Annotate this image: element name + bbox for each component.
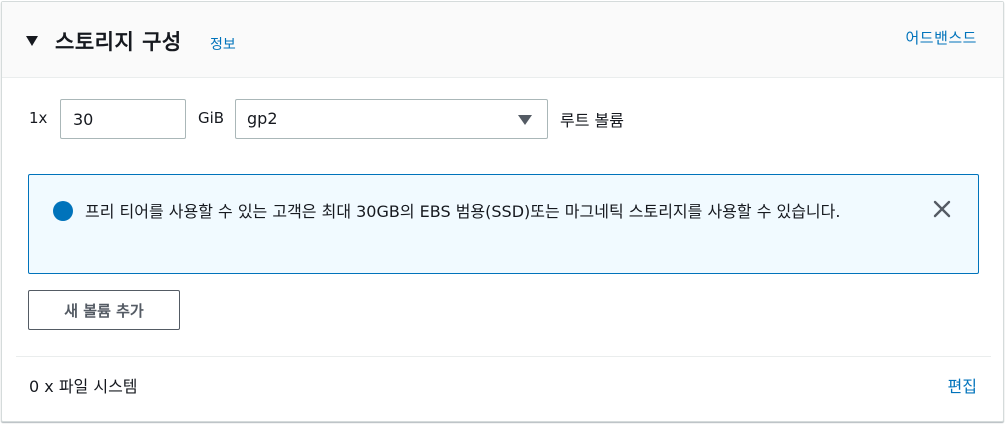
filesystem-label: 0 x 파일 시스템 (29, 377, 138, 396)
alert-message: 프리 티어를 사용할 수 있는 고객은 최대 30GB의 EBS 범용(SSD)… (85, 202, 841, 221)
info-link[interactable]: 정보 (210, 34, 236, 54)
free-tier-alert: 프리 티어를 사용할 수 있는 고객은 최대 30GB의 EBS 범용(SSD)… (28, 174, 979, 274)
unit-label: GiB (198, 109, 225, 127)
chevron-down-icon (518, 115, 532, 125)
advanced-link[interactable]: 어드밴스드 (905, 27, 977, 48)
volume-size-input[interactable] (60, 99, 186, 139)
storage-config-panel: 스토리지 구성 정보 어드밴스드 1x GiB gp2 루트 볼륨 프리 티어를… (1, 1, 1004, 422)
panel-header: 스토리지 구성 정보 어드밴스드 (2, 2, 1003, 78)
section-title: 스토리지 구성 (55, 30, 182, 54)
divider (16, 356, 991, 357)
volume-row: 1x GiB gp2 루트 볼륨 (2, 99, 1003, 139)
volume-count-label: 1x (29, 109, 48, 127)
info-circle-icon (53, 201, 73, 221)
close-icon[interactable] (932, 199, 952, 219)
add-volume-button[interactable]: 새 볼륨 추가 (28, 290, 180, 330)
volume-type-value: gp2 (247, 109, 278, 128)
caret-down-icon[interactable] (26, 36, 38, 46)
edit-filesystem-link[interactable]: 편집 (948, 373, 977, 397)
root-volume-label: 루트 볼륨 (560, 111, 624, 130)
volume-type-select[interactable]: gp2 (235, 99, 548, 139)
